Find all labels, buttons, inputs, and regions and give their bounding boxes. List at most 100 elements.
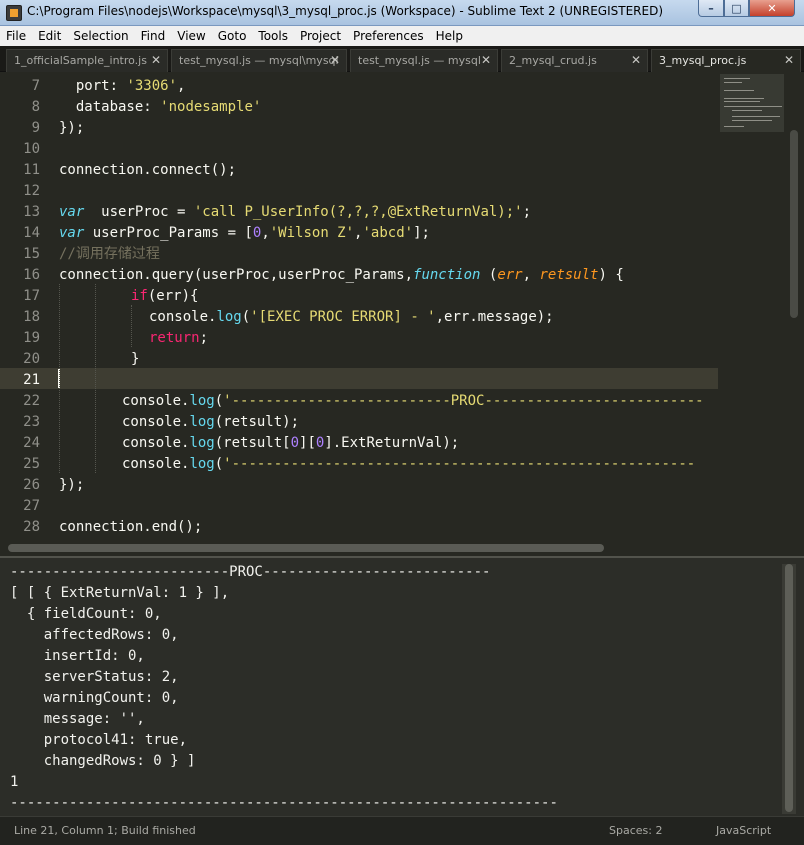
line-number: 13 [23, 204, 40, 220]
tab-1-officialsample-intro[interactable]: 1_officialSample_intro.js ✕ [6, 49, 168, 72]
output-line: warningCount: 0, [10, 690, 179, 706]
code-line-11: connection.connect(); [59, 162, 237, 178]
minimap[interactable] [718, 72, 786, 540]
line-number: 8 [31, 99, 40, 115]
code-line-17: if(err){ [131, 288, 199, 304]
menu-selection[interactable]: Selection [67, 26, 134, 46]
tab-3-mysql-proc[interactable]: 3_mysql_proc.js ✕ [651, 49, 801, 73]
menu-find[interactable]: Find [135, 26, 172, 46]
syntax-selector[interactable]: JavaScript [716, 824, 771, 837]
menu-bar: File Edit Selection Find View Goto Tools… [0, 26, 804, 46]
line-number: 11 [23, 162, 40, 178]
minimap-line [724, 82, 742, 83]
output-line: insertId: 0, [10, 648, 145, 664]
scrollbar-thumb[interactable] [790, 130, 798, 318]
scrollbar-thumb[interactable] [8, 544, 604, 552]
line-number: 12 [23, 183, 40, 199]
output-line: { fieldCount: 0, [10, 606, 162, 622]
maximize-button[interactable]: □ [724, 0, 749, 17]
indent-guide [59, 284, 60, 473]
menu-project[interactable]: Project [294, 26, 347, 46]
line-number: 26 [23, 477, 40, 493]
line-number: 23 [23, 414, 40, 430]
code-line-15-comment: //调用存储过程 [59, 246, 160, 262]
indentation-setting[interactable]: Spaces: 2 [609, 824, 662, 837]
tab-bar: 1_officialSample_intro.js ✕ test_mysql.j… [0, 46, 804, 73]
minimap-line [724, 126, 744, 127]
menu-edit[interactable]: Edit [32, 26, 67, 46]
line-number: 18 [23, 309, 40, 325]
code-editor[interactable]: 7 8 9 10 11 12 13 14 15 16 17 18 19 20 2… [0, 72, 804, 540]
minimap-line [724, 78, 750, 79]
indent-guide [95, 284, 96, 473]
menu-tools[interactable]: Tools [252, 26, 294, 46]
output-line: changedRows: 0 } ] [10, 753, 196, 769]
build-output-panel[interactable]: --------------------------PROC----------… [0, 556, 804, 816]
minimap-line [732, 110, 762, 111]
tab-label: test_mysql.js — mysql\mysql [179, 54, 339, 67]
indent-guide [131, 305, 132, 347]
line-number: 28 [23, 519, 40, 535]
tab-2-mysql-crud[interactable]: 2_mysql_crud.js ✕ [501, 49, 648, 72]
menu-help[interactable]: Help [430, 26, 469, 46]
line-number: 17 [23, 288, 40, 304]
code-line-19: return; [149, 330, 209, 346]
tab-label: test_mysql.js — mysql [358, 54, 481, 67]
cursor-position-status: Line 21, Column 1; Build finished [14, 824, 196, 837]
code-line-23: console.log(retsult); [122, 414, 300, 430]
code-line-14: var userProc_Params = [0,'Wilson Z','abc… [59, 225, 430, 241]
code-line-18: console.log('[EXEC PROC ERROR] - ',err.m… [149, 309, 554, 325]
tab-close-icon[interactable]: ✕ [481, 50, 491, 71]
line-number: 27 [23, 498, 40, 514]
line-number: 10 [23, 141, 40, 157]
tab-label: 3_mysql_proc.js [659, 54, 747, 67]
menu-view[interactable]: View [171, 26, 211, 46]
window-title: C:\Program Files\nodejs\Workspace\mysql\… [27, 4, 664, 18]
code-line-26: }); [59, 477, 85, 493]
tab-label: 2_mysql_crud.js [509, 54, 597, 67]
menu-file[interactable]: File [0, 26, 32, 46]
tab-test-mysql-mysql[interactable]: test_mysql.js — mysql ✕ [350, 49, 498, 72]
line-number: 20 [23, 351, 40, 367]
code-line-20: } [131, 351, 140, 367]
line-number: 15 [23, 246, 40, 262]
code-line-8: database: 'nodesample' [59, 99, 262, 115]
line-number-gutter: 7 8 9 10 11 12 13 14 15 16 17 18 19 20 2… [0, 72, 48, 540]
line-number-current: 21 [23, 372, 40, 388]
status-bar: Line 21, Column 1; Build finished Spaces… [0, 816, 804, 845]
output-vertical-scrollbar[interactable] [782, 564, 796, 814]
editor-vertical-scrollbar[interactable] [786, 72, 804, 540]
code-line-28: connection.end(); [59, 519, 203, 535]
editor-horizontal-scrollbar[interactable] [0, 540, 804, 556]
tab-close-icon[interactable]: ✕ [784, 50, 794, 71]
code-line-24: console.log(retsult[0][0].ExtReturnVal); [122, 435, 460, 451]
close-window-button[interactable]: ✕ [749, 0, 795, 17]
title-bar: C:\Program Files\nodejs\Workspace\mysql\… [0, 0, 804, 26]
output-line: ----------------------------------------… [10, 795, 558, 811]
line-number: 9 [31, 120, 40, 136]
tab-label: 1_officialSample_intro.js [14, 54, 147, 67]
line-number: 24 [23, 435, 40, 451]
code-line-16: connection.query(userProc,userProc_Param… [59, 267, 624, 283]
scrollbar-thumb[interactable] [785, 564, 793, 812]
line-number: 25 [23, 456, 40, 472]
output-line: 1 [10, 774, 19, 790]
tab-close-icon[interactable]: ✕ [151, 50, 161, 71]
sublime-app-icon [6, 5, 22, 21]
tab-test-mysql-mysql-mysql[interactable]: test_mysql.js — mysql\mysql ✕ [171, 49, 347, 72]
tab-close-icon[interactable]: ✕ [330, 50, 340, 71]
code-line-22: console.log('--------------------------P… [122, 393, 704, 409]
menu-goto[interactable]: Goto [212, 26, 253, 46]
code-line-7: port: '3306', [59, 78, 186, 94]
code-line-13: var userProc = 'call P_UserInfo(?,?,?,@E… [59, 204, 532, 220]
output-line: protocol41: true, [10, 732, 188, 748]
menu-preferences[interactable]: Preferences [347, 26, 430, 46]
minimap-line [724, 90, 754, 91]
code-line-25: console.log('---------------------------… [122, 456, 696, 472]
tab-close-icon[interactable]: ✕ [631, 50, 641, 71]
minimize-button[interactable]: – [698, 0, 724, 17]
current-line-highlight [0, 368, 718, 389]
minimap-line [732, 120, 772, 121]
code-line-9: }); [59, 120, 85, 136]
output-line: affectedRows: 0, [10, 627, 179, 643]
